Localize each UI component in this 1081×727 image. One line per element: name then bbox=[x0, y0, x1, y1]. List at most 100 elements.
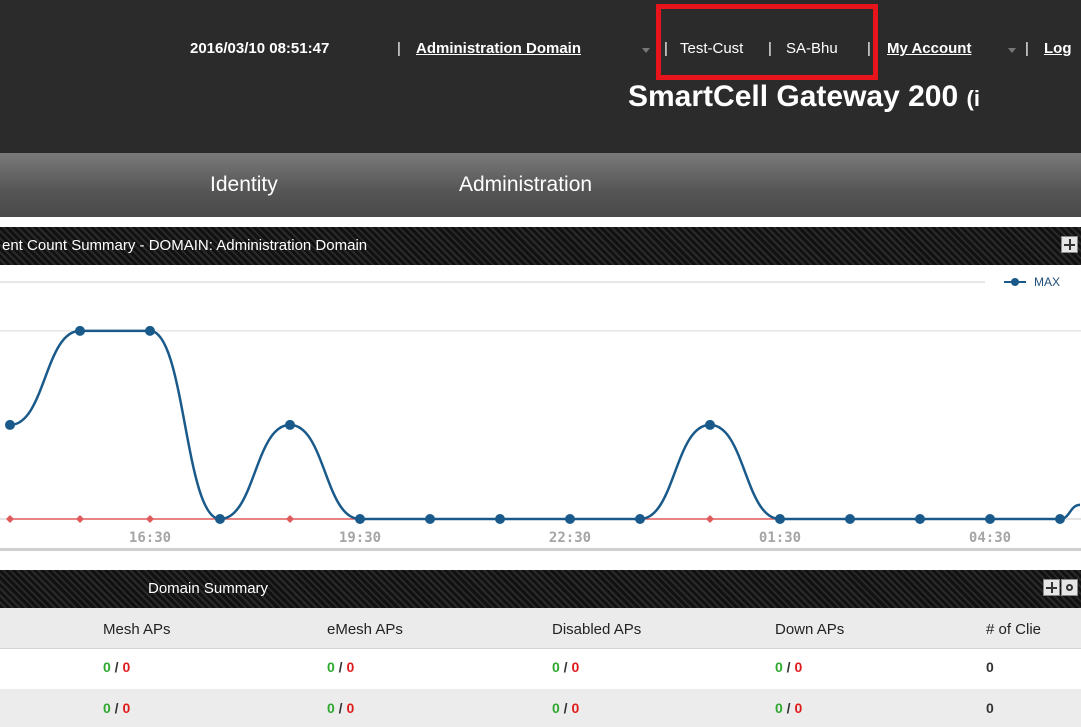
data-point bbox=[145, 325, 155, 336]
summary-panel-header: Domain Summary bbox=[0, 570, 1081, 608]
column-header-disabled-aps[interactable]: Disabled APs bbox=[552, 621, 641, 638]
count-sep: / bbox=[110, 659, 123, 675]
clients-cell: 0 bbox=[986, 659, 994, 675]
nav-divider bbox=[0, 217, 1081, 225]
my-account-dropdown-icon[interactable] bbox=[1008, 48, 1016, 53]
product-name: SmartCell Gateway 200 bbox=[628, 80, 959, 113]
mesh-aps-cell: 0 / 0 bbox=[103, 700, 130, 716]
chart-panel-title: ent Count Summary - DOMAIN: Administrati… bbox=[2, 237, 368, 254]
nav-identity[interactable]: Identity bbox=[210, 173, 278, 197]
column-header-emesh-aps[interactable]: eMesh APs bbox=[327, 621, 403, 638]
data-point bbox=[5, 419, 15, 430]
column-header-down-aps[interactable]: Down APs bbox=[775, 621, 844, 638]
data-point bbox=[286, 515, 294, 523]
legend-marker bbox=[1011, 278, 1019, 286]
data-point bbox=[76, 515, 84, 523]
separator: | bbox=[1025, 40, 1029, 57]
count-up: 0 bbox=[327, 659, 335, 675]
emesh-aps-cell: 0 / 0 bbox=[327, 700, 354, 716]
data-point bbox=[635, 514, 645, 524]
table-row[interactable]: 0 / 0 0 / 0 0 / 0 0 / 0 0 bbox=[0, 689, 1081, 727]
count-up: 0 bbox=[103, 700, 111, 716]
count-down: 0 bbox=[571, 659, 580, 675]
main-nav: Identity Administration bbox=[0, 153, 1081, 217]
datetime-label: 2016/03/10 08:51:47 bbox=[190, 40, 330, 57]
table-row[interactable]: 0 / 0 0 / 0 0 / 0 0 / 0 0 bbox=[0, 648, 1081, 686]
gear-icon[interactable] bbox=[1061, 579, 1078, 596]
data-point bbox=[285, 419, 295, 430]
count-up: 0 bbox=[327, 700, 335, 716]
column-header-clients[interactable]: # of Clie bbox=[986, 621, 1041, 638]
admin-domain-dropdown-icon[interactable] bbox=[642, 48, 650, 53]
count-sep: / bbox=[782, 659, 795, 675]
data-point bbox=[6, 515, 14, 523]
nav-administration[interactable]: Administration bbox=[459, 173, 592, 197]
x-tick-label: 22:30 bbox=[549, 530, 591, 546]
down-aps-cell: 0 / 0 bbox=[775, 659, 802, 675]
x-tick-label: 16:30 bbox=[129, 530, 171, 546]
gear-icon-shape bbox=[1066, 584, 1073, 591]
plus-square-icon[interactable] bbox=[1061, 236, 1078, 253]
count-up: 0 bbox=[775, 659, 783, 675]
count-sep: / bbox=[334, 659, 347, 675]
column-header-mesh-aps[interactable]: Mesh APs bbox=[103, 621, 171, 638]
data-point bbox=[706, 515, 714, 523]
count-sep: / bbox=[559, 659, 572, 675]
data-point bbox=[425, 514, 435, 524]
data-point bbox=[915, 514, 925, 524]
plus-icon-stroke bbox=[1046, 587, 1057, 589]
disabled-aps-cell: 0 / 0 bbox=[552, 700, 579, 716]
count-up: 0 bbox=[552, 700, 560, 716]
data-point bbox=[565, 514, 575, 524]
count-sep: / bbox=[782, 700, 795, 716]
down-aps-cell: 0 / 0 bbox=[775, 700, 802, 716]
data-point bbox=[146, 515, 154, 523]
top-header: 2016/03/10 08:51:47 | Administration Dom… bbox=[0, 0, 1081, 153]
count-down: 0 bbox=[346, 700, 355, 716]
data-point bbox=[845, 514, 855, 524]
disabled-aps-cell: 0 / 0 bbox=[552, 659, 579, 675]
data-point bbox=[495, 514, 505, 524]
count-sep: / bbox=[334, 700, 347, 716]
data-point bbox=[355, 514, 365, 524]
count-down: 0 bbox=[346, 659, 355, 675]
table-header-row: Mesh APs eMesh APs Disabled APs Down APs… bbox=[0, 608, 1081, 649]
chart-bottom-divider bbox=[0, 548, 1081, 551]
x-tick-label: 19:30 bbox=[339, 530, 381, 546]
count-sep: / bbox=[559, 700, 572, 716]
count-down: 0 bbox=[571, 700, 580, 716]
count-up: 0 bbox=[103, 659, 111, 675]
plus-icon-stroke bbox=[1064, 244, 1075, 246]
data-point bbox=[75, 325, 85, 336]
x-tick-label: 04:30 bbox=[969, 530, 1011, 546]
count-down: 0 bbox=[122, 700, 131, 716]
count-down: 0 bbox=[122, 659, 131, 675]
plus-square-icon[interactable] bbox=[1043, 579, 1060, 596]
separator: | bbox=[397, 40, 401, 57]
client-count-chart: 16:30 19:30 22:30 01:30 04:30 MAX bbox=[0, 275, 1081, 546]
count-up: 0 bbox=[775, 700, 783, 716]
chart-panel-header: ent Count Summary - DOMAIN: Administrati… bbox=[0, 227, 1081, 265]
emesh-aps-cell: 0 / 0 bbox=[327, 659, 354, 675]
data-point bbox=[985, 514, 995, 524]
count-sep: / bbox=[110, 700, 123, 716]
admin-domain-link[interactable]: Administration Domain bbox=[416, 40, 581, 57]
count-down: 0 bbox=[794, 700, 803, 716]
my-account-link[interactable]: My Account bbox=[887, 40, 971, 57]
summary-panel-title: Domain Summary bbox=[148, 580, 269, 597]
product-suffix: (i bbox=[966, 86, 980, 111]
product-title: SmartCell Gateway 200 (i bbox=[628, 80, 980, 114]
mesh-aps-cell: 0 / 0 bbox=[103, 659, 130, 675]
header-info-bar: 2016/03/10 08:51:47 | Administration Dom… bbox=[0, 40, 1081, 64]
logout-link[interactable]: Log bbox=[1044, 40, 1072, 57]
series-line-max bbox=[9, 329, 1081, 521]
data-point bbox=[705, 419, 715, 430]
x-tick-label: 01:30 bbox=[759, 530, 801, 546]
count-down: 0 bbox=[794, 659, 803, 675]
legend-label: MAX bbox=[1034, 275, 1060, 289]
count-up: 0 bbox=[552, 659, 560, 675]
highlight-box bbox=[656, 4, 878, 80]
data-point bbox=[1055, 514, 1065, 524]
data-point bbox=[775, 514, 785, 524]
data-point bbox=[215, 514, 225, 524]
